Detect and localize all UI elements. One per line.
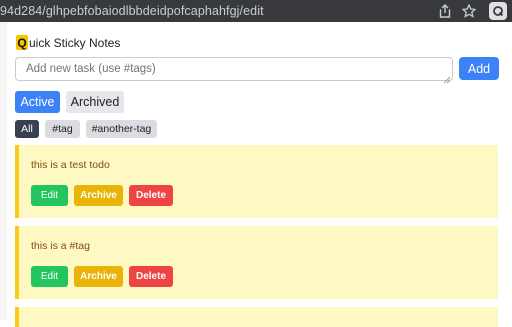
tab-active[interactable]: Active xyxy=(15,91,60,113)
tab-archived[interactable]: Archived xyxy=(66,91,124,113)
extension-q-icon[interactable] xyxy=(489,2,507,20)
left-edge xyxy=(0,22,7,320)
app-logo-icon: Q xyxy=(16,35,28,50)
todo-card-partial xyxy=(15,307,498,327)
add-button[interactable]: Add xyxy=(459,57,499,80)
delete-button[interactable]: Delete xyxy=(129,185,173,206)
address-bar-url[interactable]: 94d284/glhpebfobaiodlbbdeidpofcaphahfgj/… xyxy=(0,4,264,18)
tag-filter-tag[interactable]: #tag xyxy=(45,120,80,138)
new-task-input[interactable] xyxy=(15,57,453,81)
todo-card: this is a #tag Edit Archive Delete xyxy=(15,226,498,299)
edit-button[interactable]: Edit xyxy=(31,266,68,287)
archive-button[interactable]: Archive xyxy=(74,185,123,206)
share-icon[interactable] xyxy=(437,3,453,19)
archive-button[interactable]: Archive xyxy=(74,266,123,287)
tag-filter-all[interactable]: All xyxy=(15,120,39,138)
todo-text: this is a test todo xyxy=(31,159,110,171)
browser-toolbar: 94d284/glhpebfobaiodlbbdeidpofcaphahfgj/… xyxy=(0,0,512,22)
app-title: uick Sticky Notes xyxy=(29,36,121,50)
todo-text: this is a #tag xyxy=(31,240,90,252)
resize-handle-icon[interactable] xyxy=(443,71,451,84)
todo-card: this is a test todo Edit Archive Delete xyxy=(15,145,498,218)
edit-button[interactable]: Edit xyxy=(31,185,68,206)
delete-button[interactable]: Delete xyxy=(129,266,173,287)
star-icon[interactable] xyxy=(461,3,477,19)
tag-filter-another-tag[interactable]: #another-tag xyxy=(86,120,157,138)
